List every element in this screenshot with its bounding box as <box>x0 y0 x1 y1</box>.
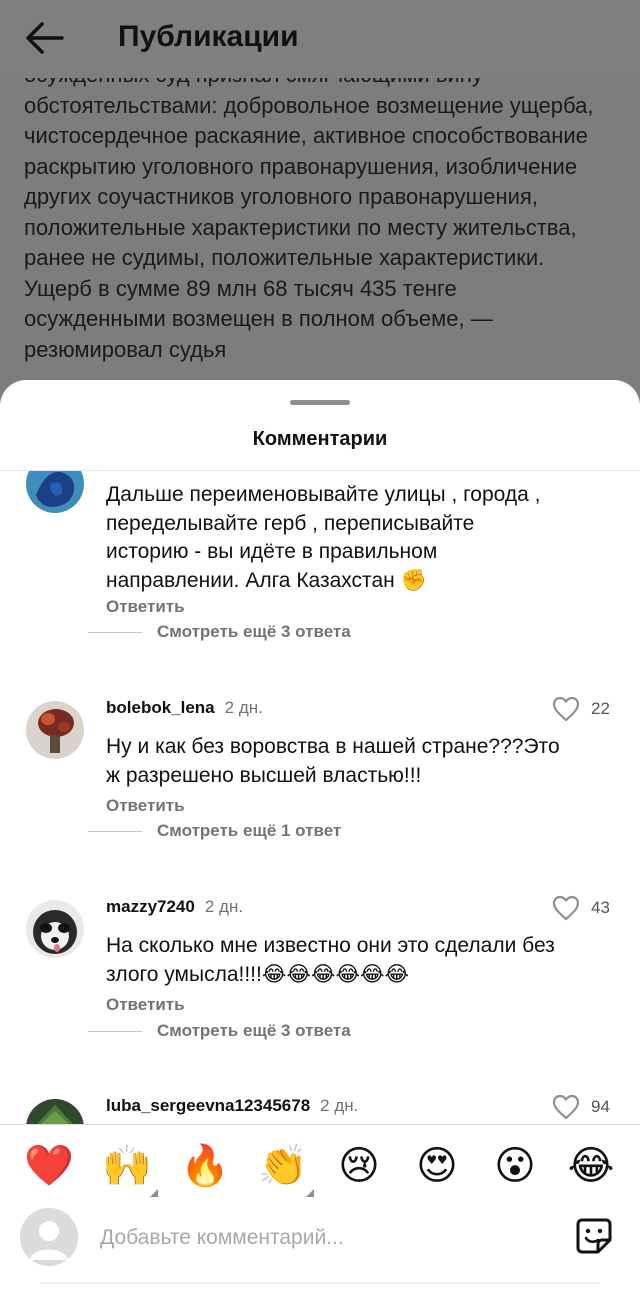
post-text-line: положительные характеристики по месту жи… <box>24 214 577 240</box>
sticker-icon <box>576 1218 612 1254</box>
heart-icon <box>552 1094 580 1120</box>
reaction-crying[interactable]: 😢 <box>334 1141 384 1191</box>
comment-text-line: Дальше переименовывайте улицы , города , <box>106 483 541 506</box>
raised-hands-emoji: 🙌 <box>102 1144 152 1188</box>
post-text-line: Ущерб в сумме 89 млн 68 тысяч 435 тенге <box>24 275 457 301</box>
comments-sheet: Комментарии Дальше переименовывайте улиц… <box>0 380 640 1299</box>
view-replies-label: Смотреть ещё 3 ответа <box>157 1021 351 1040</box>
comment-text-line: историю - вы идёте в правильном <box>106 540 438 563</box>
post-text-line: раскрытию уголовного правонарушения, изо… <box>24 153 578 179</box>
like-button[interactable] <box>552 696 580 722</box>
comment-input-row <box>0 1200 640 1290</box>
comment-username[interactable]: bolebok_lena 2 дн. <box>106 698 263 718</box>
username[interactable]: bolebok_lena <box>106 698 215 717</box>
post-text-line: чистосердечное раскаяние, активное спосо… <box>24 123 588 148</box>
avatar[interactable] <box>26 1099 84 1124</box>
comment-text-line: направлении. Алга Казахстан ✊ <box>106 568 427 592</box>
back-button[interactable] <box>22 18 70 58</box>
drag-handle[interactable] <box>290 400 350 405</box>
reaction-fire[interactable]: 🔥 <box>180 1141 230 1191</box>
avatar[interactable] <box>26 900 84 958</box>
view-replies-button[interactable]: Смотреть ещё 1 ответ <box>88 819 341 843</box>
heart-icon <box>552 696 580 722</box>
post-text-line: обстоятельствами: добровольное возмещени… <box>24 92 594 118</box>
heart-icon <box>552 895 580 921</box>
page-header: Публикации <box>0 0 640 78</box>
reaction-heart[interactable]: ❤️ <box>24 1141 74 1191</box>
post-text-line: осужденными возмещен в полном объеме, — <box>24 306 493 331</box>
post-text-line: резюмировал судья <box>24 336 227 362</box>
reaction-clap[interactable]: 👏 <box>258 1141 314 1197</box>
username[interactable]: mazzy7240 <box>106 897 195 916</box>
sticker-button[interactable] <box>574 1216 614 1256</box>
post-text-line: ранее не судимы, положительные характери… <box>24 245 545 270</box>
comment-text-line: На сколько мне известно они это сделали … <box>106 934 555 957</box>
view-replies-button[interactable]: Смотреть ещё 3 ответа <box>88 620 351 644</box>
arrow-left-icon <box>26 22 64 54</box>
like-count: 43 <box>591 898 610 917</box>
like-count: 94 <box>591 1097 610 1116</box>
comment-text: На сколько мне известно они это сделали … <box>106 932 606 989</box>
divider <box>40 1282 600 1284</box>
avatar[interactable] <box>26 701 84 759</box>
comment-time: 2 дн. <box>204 897 244 916</box>
divider <box>88 1030 142 1032</box>
comment-text-line: ж разрешено высшей властью!!! <box>106 763 422 787</box>
quick-reactions-bar: ❤️ 🙌 🔥 👏 😢 😍 😮 😂 <box>0 1124 640 1204</box>
like-count: 22 <box>591 699 610 718</box>
reaction-surprised[interactable]: 😮 <box>490 1141 540 1191</box>
post-text: осужденных суд признал смягчающими вину … <box>24 60 624 365</box>
divider <box>88 631 142 633</box>
comment-username[interactable]: luba_sergeevna12345678 2 дн. <box>106 1096 358 1116</box>
default-avatar-icon <box>20 1208 78 1266</box>
page-title: Публикации <box>118 20 299 53</box>
username[interactable]: luba_sergeevna12345678 <box>106 1096 310 1115</box>
comment-text-line: злого умысла!!!!😂😂😂😂😂😂 <box>106 962 410 986</box>
comment-text-line: переделывайте герб , переписывайте <box>106 511 475 535</box>
divider <box>88 830 142 832</box>
comments-list[interactable]: Дальше переименовывайте улицы , города ,… <box>0 471 640 1124</box>
reaction-heart-eyes[interactable]: 😍 <box>412 1141 462 1191</box>
comment-time: 2 дн. <box>224 698 263 717</box>
comment-username[interactable]: mazzy7240 2 дн. <box>106 897 243 917</box>
user-avatar <box>20 1208 78 1266</box>
skin-tone-indicator <box>150 1189 158 1197</box>
avatar[interactable] <box>26 471 84 513</box>
view-replies-label: Смотреть ещё 1 ответ <box>157 821 342 840</box>
comment-time: 2 дн. <box>320 1096 359 1115</box>
like-button[interactable] <box>552 895 580 921</box>
reply-button[interactable]: Ответить <box>106 796 185 816</box>
reply-button[interactable]: Ответить <box>106 995 185 1015</box>
reaction-laughing[interactable]: 😂 <box>566 1141 616 1191</box>
comment-input[interactable] <box>100 1218 550 1258</box>
reaction-raised-hands[interactable]: 🙌 <box>102 1141 158 1197</box>
post-text-line: других соучастников уголовного правонару… <box>24 184 538 209</box>
like-button[interactable] <box>552 1094 580 1120</box>
comment-text: Ну и как без воровства в нашей стране???… <box>106 733 606 790</box>
clap-emoji: 👏 <box>258 1144 308 1188</box>
comment-text: Дальше переименовывайте улицы , города ,… <box>106 481 606 595</box>
view-replies-button[interactable]: Смотреть ещё 3 ответа <box>88 1019 351 1043</box>
skin-tone-indicator <box>306 1189 314 1197</box>
sheet-title: Комментарии <box>252 428 388 450</box>
comment-text-line: Ну и как без воровства в нашей стране???… <box>106 735 560 758</box>
reply-button[interactable]: Ответить <box>106 597 185 617</box>
view-replies-label: Смотреть ещё 3 ответа <box>157 622 351 641</box>
